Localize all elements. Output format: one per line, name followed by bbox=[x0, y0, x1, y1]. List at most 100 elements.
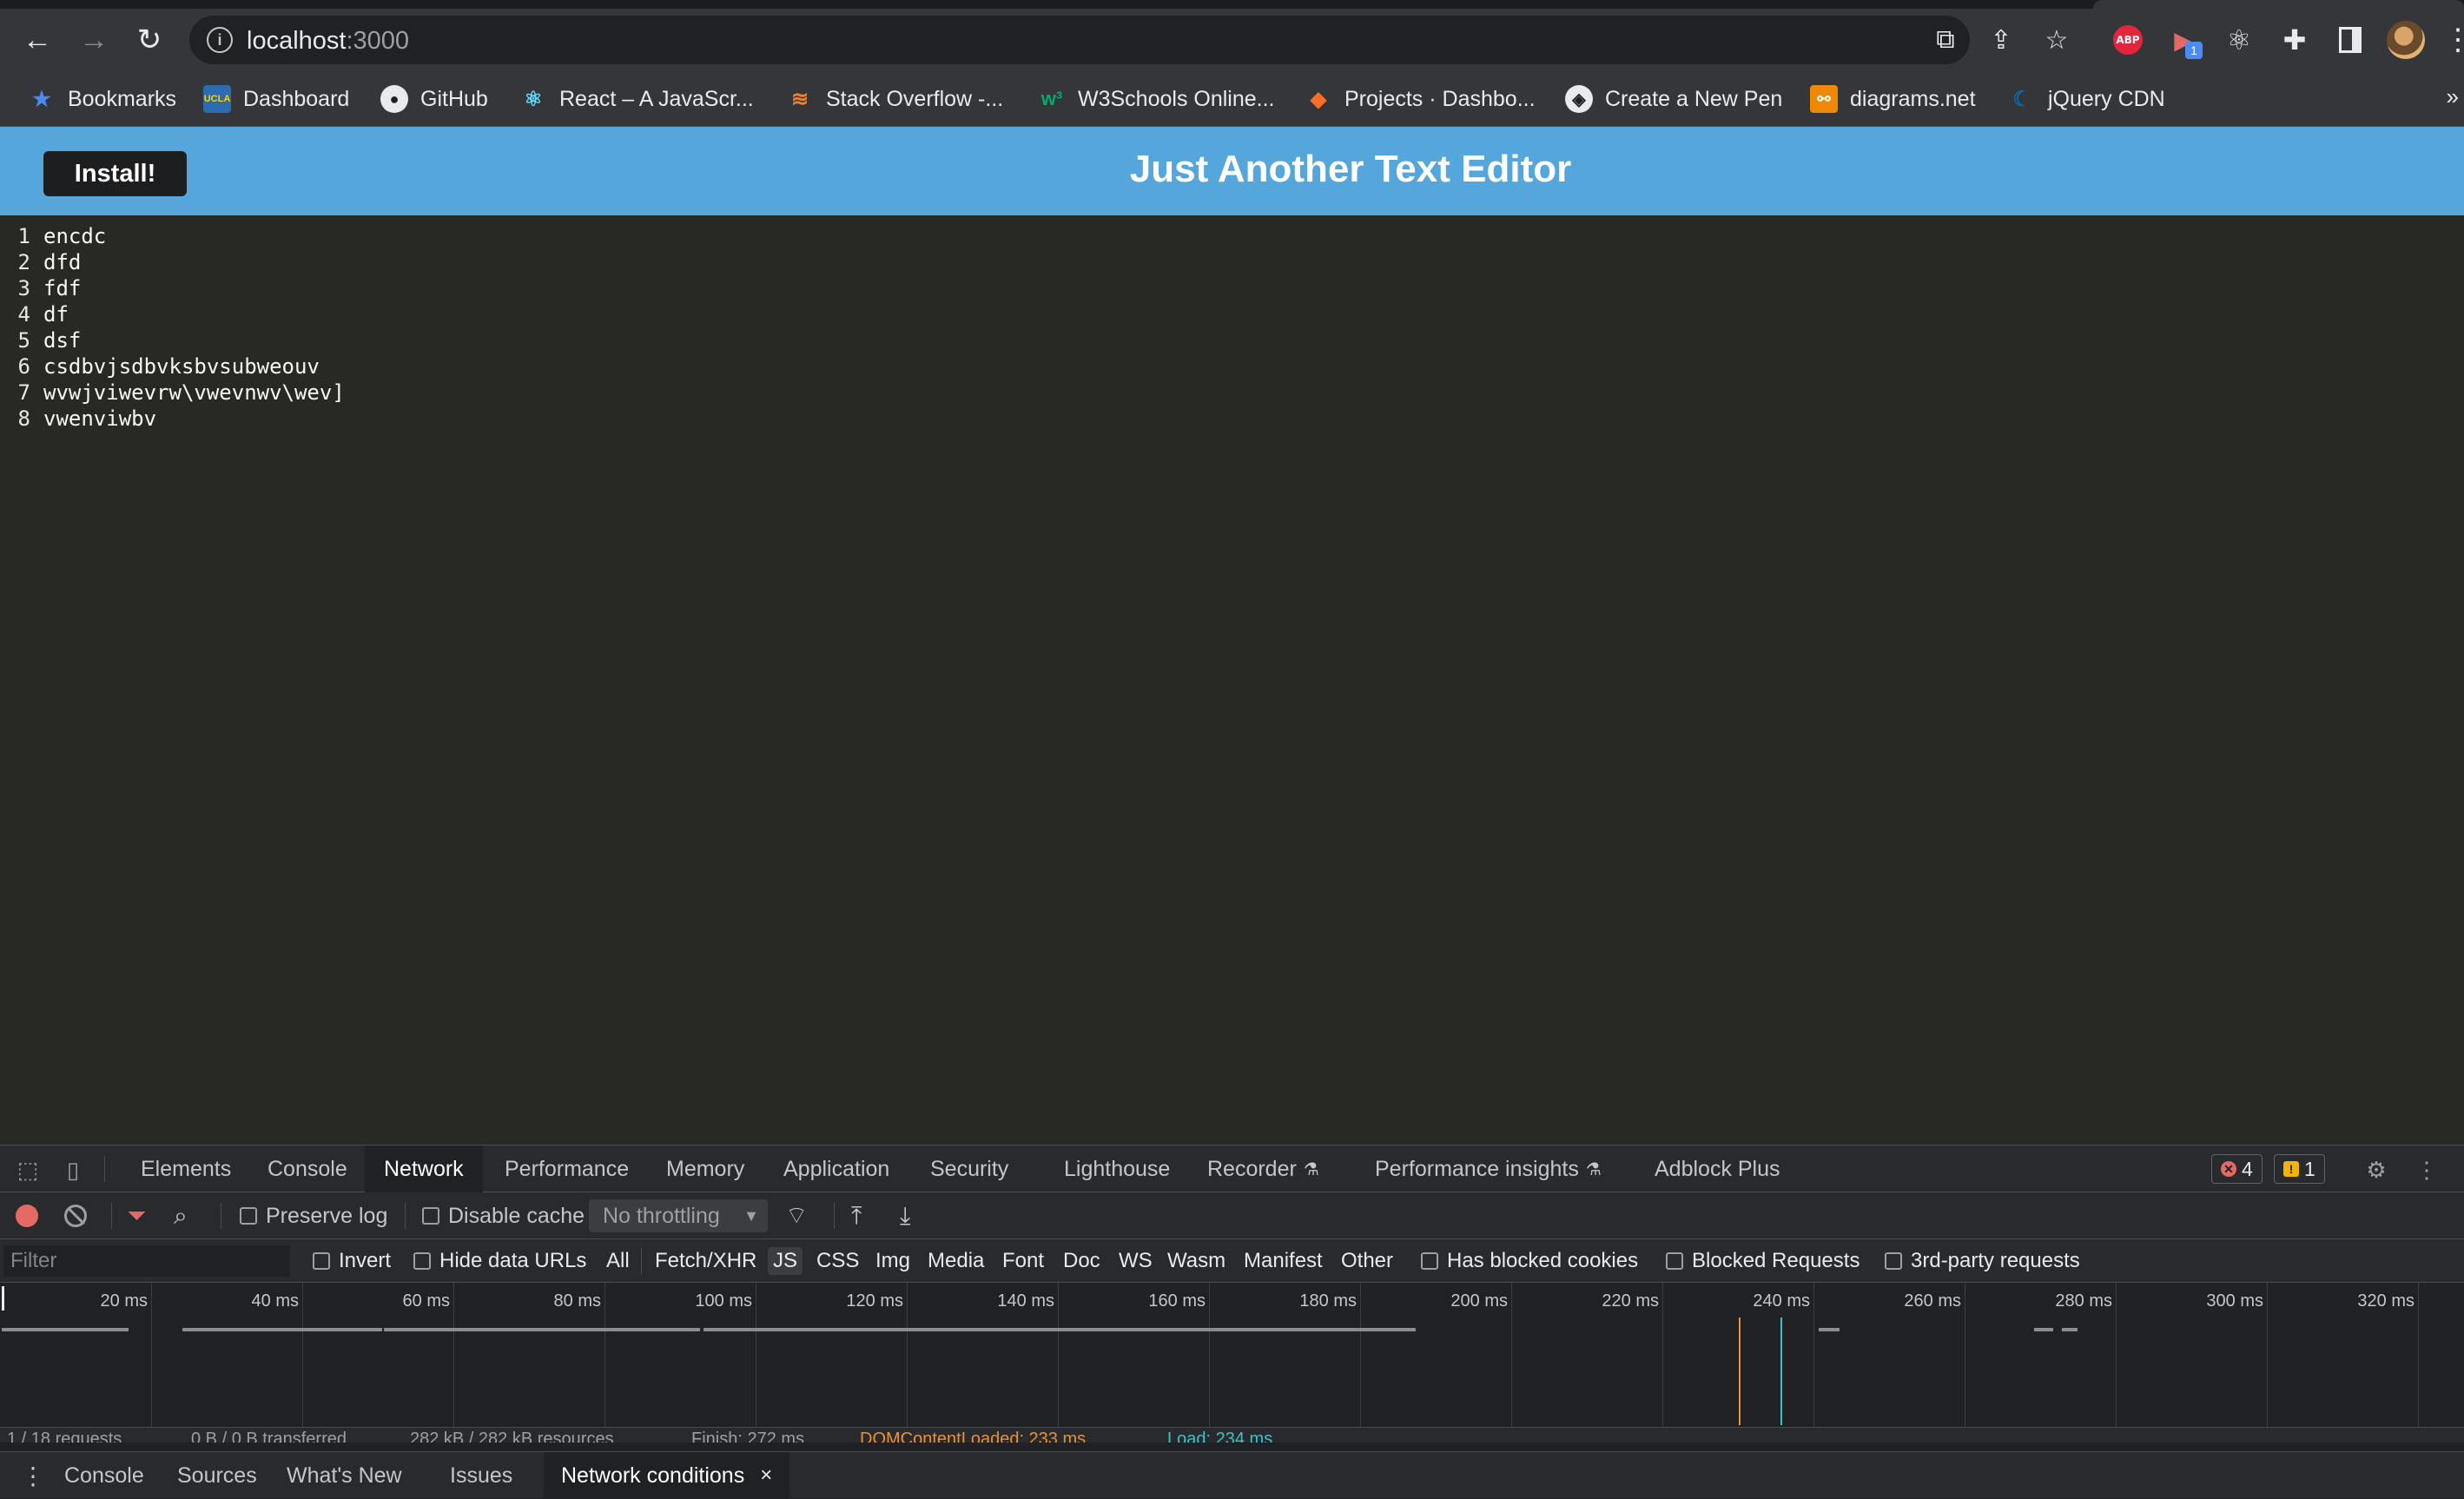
type-filter-doc[interactable]: Doc bbox=[1058, 1247, 1106, 1275]
editor-line[interactable]: 6 csdbvjsdbvksbvsubweouv bbox=[0, 354, 320, 380]
tick-label: 280 ms bbox=[2055, 1291, 2112, 1311]
grid-line bbox=[1511, 1283, 1512, 1427]
gitlab-icon: ◆ bbox=[1310, 87, 1327, 111]
tick-label: 300 ms bbox=[2206, 1291, 2263, 1311]
type-filter-fetch-xhr[interactable]: Fetch/XHR bbox=[650, 1247, 762, 1275]
clear-icon[interactable] bbox=[64, 1202, 87, 1230]
tab-elements[interactable]: Elements bbox=[122, 1146, 250, 1192]
tab-application[interactable]: Application bbox=[764, 1146, 908, 1192]
drawer-tab-issues[interactable]: Issues bbox=[433, 1452, 530, 1499]
side-panel-icon[interactable] bbox=[2331, 21, 2369, 59]
throttling-select[interactable]: No throttling ▼ bbox=[589, 1199, 768, 1232]
tab-lighthouse[interactable]: Lighthouse bbox=[1045, 1146, 1189, 1192]
forward-icon[interactable]: → bbox=[75, 21, 113, 59]
type-filter-media[interactable]: Media bbox=[922, 1247, 989, 1275]
import-har-icon[interactable]: ⤒ bbox=[851, 1202, 862, 1230]
tab-security[interactable]: Security bbox=[911, 1146, 1027, 1192]
bookmark-jquery[interactable]: ☾ jQuery CDN bbox=[2008, 83, 2165, 115]
record-icon[interactable] bbox=[16, 1202, 38, 1230]
hide-data-urls-checkbox[interactable]: Hide data URLs bbox=[413, 1247, 586, 1275]
bookmark-react[interactable]: ⚛ React – A JavaScr... bbox=[519, 83, 754, 115]
url-text[interactable]: localhost:3000 bbox=[247, 27, 409, 56]
tab-performance[interactable]: Performance bbox=[486, 1146, 648, 1192]
tick-label: 260 ms bbox=[1904, 1291, 1961, 1311]
error-counter[interactable]: ✕ 4 bbox=[2211, 1154, 2263, 1184]
type-filter-img[interactable]: Img bbox=[870, 1247, 915, 1275]
editor-line[interactable]: 3 fdf bbox=[0, 276, 82, 302]
jquery-icon: ☾ bbox=[2012, 87, 2031, 111]
type-filter-js[interactable]: JS bbox=[768, 1247, 803, 1275]
drawer-tab-network-conditions[interactable]: Network conditions × bbox=[544, 1452, 790, 1499]
type-filter-other[interactable]: Other bbox=[1336, 1247, 1398, 1275]
type-filter-css[interactable]: CSS bbox=[811, 1247, 864, 1275]
close-icon[interactable]: × bbox=[760, 1463, 772, 1488]
tick-label: 320 ms bbox=[2357, 1291, 2414, 1311]
reload-icon[interactable]: ↻ bbox=[130, 21, 168, 59]
inspect-element-icon[interactable]: ⬚ bbox=[14, 1156, 42, 1184]
tab-adblock-plus[interactable]: Adblock Plus bbox=[1635, 1146, 1800, 1192]
bookmark-dashboard[interactable]: UCLA Dashboard bbox=[203, 83, 349, 115]
network-conditions-wifi-icon[interactable]: ⌔ bbox=[785, 1202, 808, 1230]
editor-line[interactable]: 2 dfd bbox=[0, 250, 82, 276]
request-count: 1 / 18 requests bbox=[7, 1430, 122, 1443]
extension-badge-icon[interactable]: ▶ 1 bbox=[2164, 21, 2203, 59]
device-toolbar-icon[interactable]: ▯ bbox=[59, 1156, 87, 1184]
profile-avatar[interactable] bbox=[2387, 21, 2425, 59]
bookmark-bookmarks[interactable]: ★ Bookmarks bbox=[28, 83, 176, 115]
type-filter-all[interactable]: All bbox=[601, 1247, 635, 1275]
adblock-plus-icon[interactable]: ABP bbox=[2109, 21, 2147, 59]
disable-cache-checkbox[interactable]: Disable cache bbox=[422, 1202, 585, 1230]
menu-kebab-icon[interactable]: ⋮ bbox=[2439, 21, 2464, 59]
back-icon[interactable]: ← bbox=[18, 21, 56, 59]
network-overview-timeline[interactable]: 20 ms 40 ms 60 ms 80 ms 100 ms 120 ms 14… bbox=[0, 1283, 2464, 1427]
blocked-requests-checkbox[interactable]: Blocked Requests bbox=[1666, 1247, 1860, 1275]
drawer-tab-sources[interactable]: Sources bbox=[160, 1452, 274, 1499]
timeline-cursor[interactable] bbox=[2, 1286, 4, 1311]
stackoverflow-icon: ≋ bbox=[790, 87, 809, 111]
warning-counter[interactable]: ! 1 bbox=[2274, 1154, 2325, 1184]
filter-funnel-icon[interactable]: ⏷ bbox=[127, 1202, 146, 1230]
bookmark-gitlab[interactable]: ◆ Projects · Dashbo... bbox=[1305, 83, 1536, 115]
editor-line[interactable]: 7 wvwjviwevrw\vwevnwv\wev] bbox=[0, 380, 345, 406]
bookmarks-overflow-icon[interactable]: » bbox=[2447, 83, 2459, 110]
editor-line[interactable]: 4 df bbox=[0, 302, 69, 328]
editor-line[interactable]: 1 encdc bbox=[0, 224, 107, 250]
preserve-log-checkbox[interactable]: Preserve log bbox=[240, 1202, 387, 1230]
settings-gear-icon[interactable]: ⚙ bbox=[2362, 1156, 2390, 1184]
code-editor[interactable]: 1 encdc 2 dfd 3 fdf 4 df 5 dsf 6 csdbvjsdbvksb… bbox=[0, 215, 2464, 1145]
type-filter-font[interactable]: Font bbox=[997, 1247, 1049, 1275]
third-party-requests-checkbox[interactable]: 3rd-party requests bbox=[1885, 1247, 2080, 1275]
export-har-icon[interactable]: ⤓ bbox=[900, 1202, 910, 1230]
star-icon[interactable]: ☆ bbox=[2041, 24, 2072, 56]
filter-input[interactable] bbox=[3, 1245, 290, 1277]
bookmark-w3schools[interactable]: w³ W3Schools Online... bbox=[1038, 83, 1275, 115]
editor-line[interactable]: 8 vwenviwbv bbox=[0, 406, 157, 433]
bookmark-codepen[interactable]: ◈ Create a New Pen bbox=[1565, 83, 1782, 115]
address-bar[interactable]: i localhost:3000 ⧉ ⇪ ☆ bbox=[189, 16, 2068, 64]
type-filter-wasm[interactable]: Wasm bbox=[1162, 1247, 1231, 1275]
type-filter-ws[interactable]: WS bbox=[1113, 1247, 1158, 1275]
drawer-tab-whats-new[interactable]: What's New bbox=[269, 1452, 419, 1499]
tab-console[interactable]: Console bbox=[248, 1146, 367, 1192]
search-icon[interactable]: ⌕ bbox=[174, 1202, 188, 1230]
tab-recorder[interactable]: Recorder ⚗ bbox=[1188, 1146, 1338, 1192]
share-icon[interactable]: ⇪ bbox=[1985, 24, 2017, 56]
tab-network[interactable]: Network bbox=[365, 1146, 483, 1192]
tab-performance-insights[interactable]: Performance insights ⚗ bbox=[1356, 1146, 1621, 1192]
devtools-menu-icon[interactable]: ⋮ bbox=[2413, 1156, 2441, 1184]
type-filter-manifest[interactable]: Manifest bbox=[1239, 1247, 1328, 1275]
tab-memory[interactable]: Memory bbox=[647, 1146, 763, 1192]
drawer-tab-console[interactable]: Console bbox=[47, 1452, 162, 1499]
network-settings-icon[interactable]: ⋮ bbox=[2454, 1202, 2464, 1230]
bookmark-diagrams[interactable]: ⚯ diagrams.net bbox=[1810, 83, 1976, 115]
bookmark-stackoverflow[interactable]: ≋ Stack Overflow -... bbox=[786, 83, 1003, 115]
has-blocked-cookies-checkbox[interactable]: Has blocked cookies bbox=[1421, 1247, 1638, 1275]
active-tab[interactable] bbox=[2093, 0, 2464, 9]
extensions-puzzle-icon[interactable]: ✚ bbox=[2276, 21, 2314, 59]
open-in-new-icon[interactable]: ⧉ bbox=[1930, 24, 1961, 56]
react-devtools-icon[interactable]: ⚛ bbox=[2220, 21, 2258, 59]
editor-line[interactable]: 5 dsf bbox=[0, 328, 82, 354]
bookmark-github[interactable]: ● GitHub bbox=[380, 83, 488, 115]
invert-checkbox[interactable]: Invert bbox=[313, 1247, 391, 1275]
site-info-icon[interactable]: i bbox=[207, 27, 233, 53]
